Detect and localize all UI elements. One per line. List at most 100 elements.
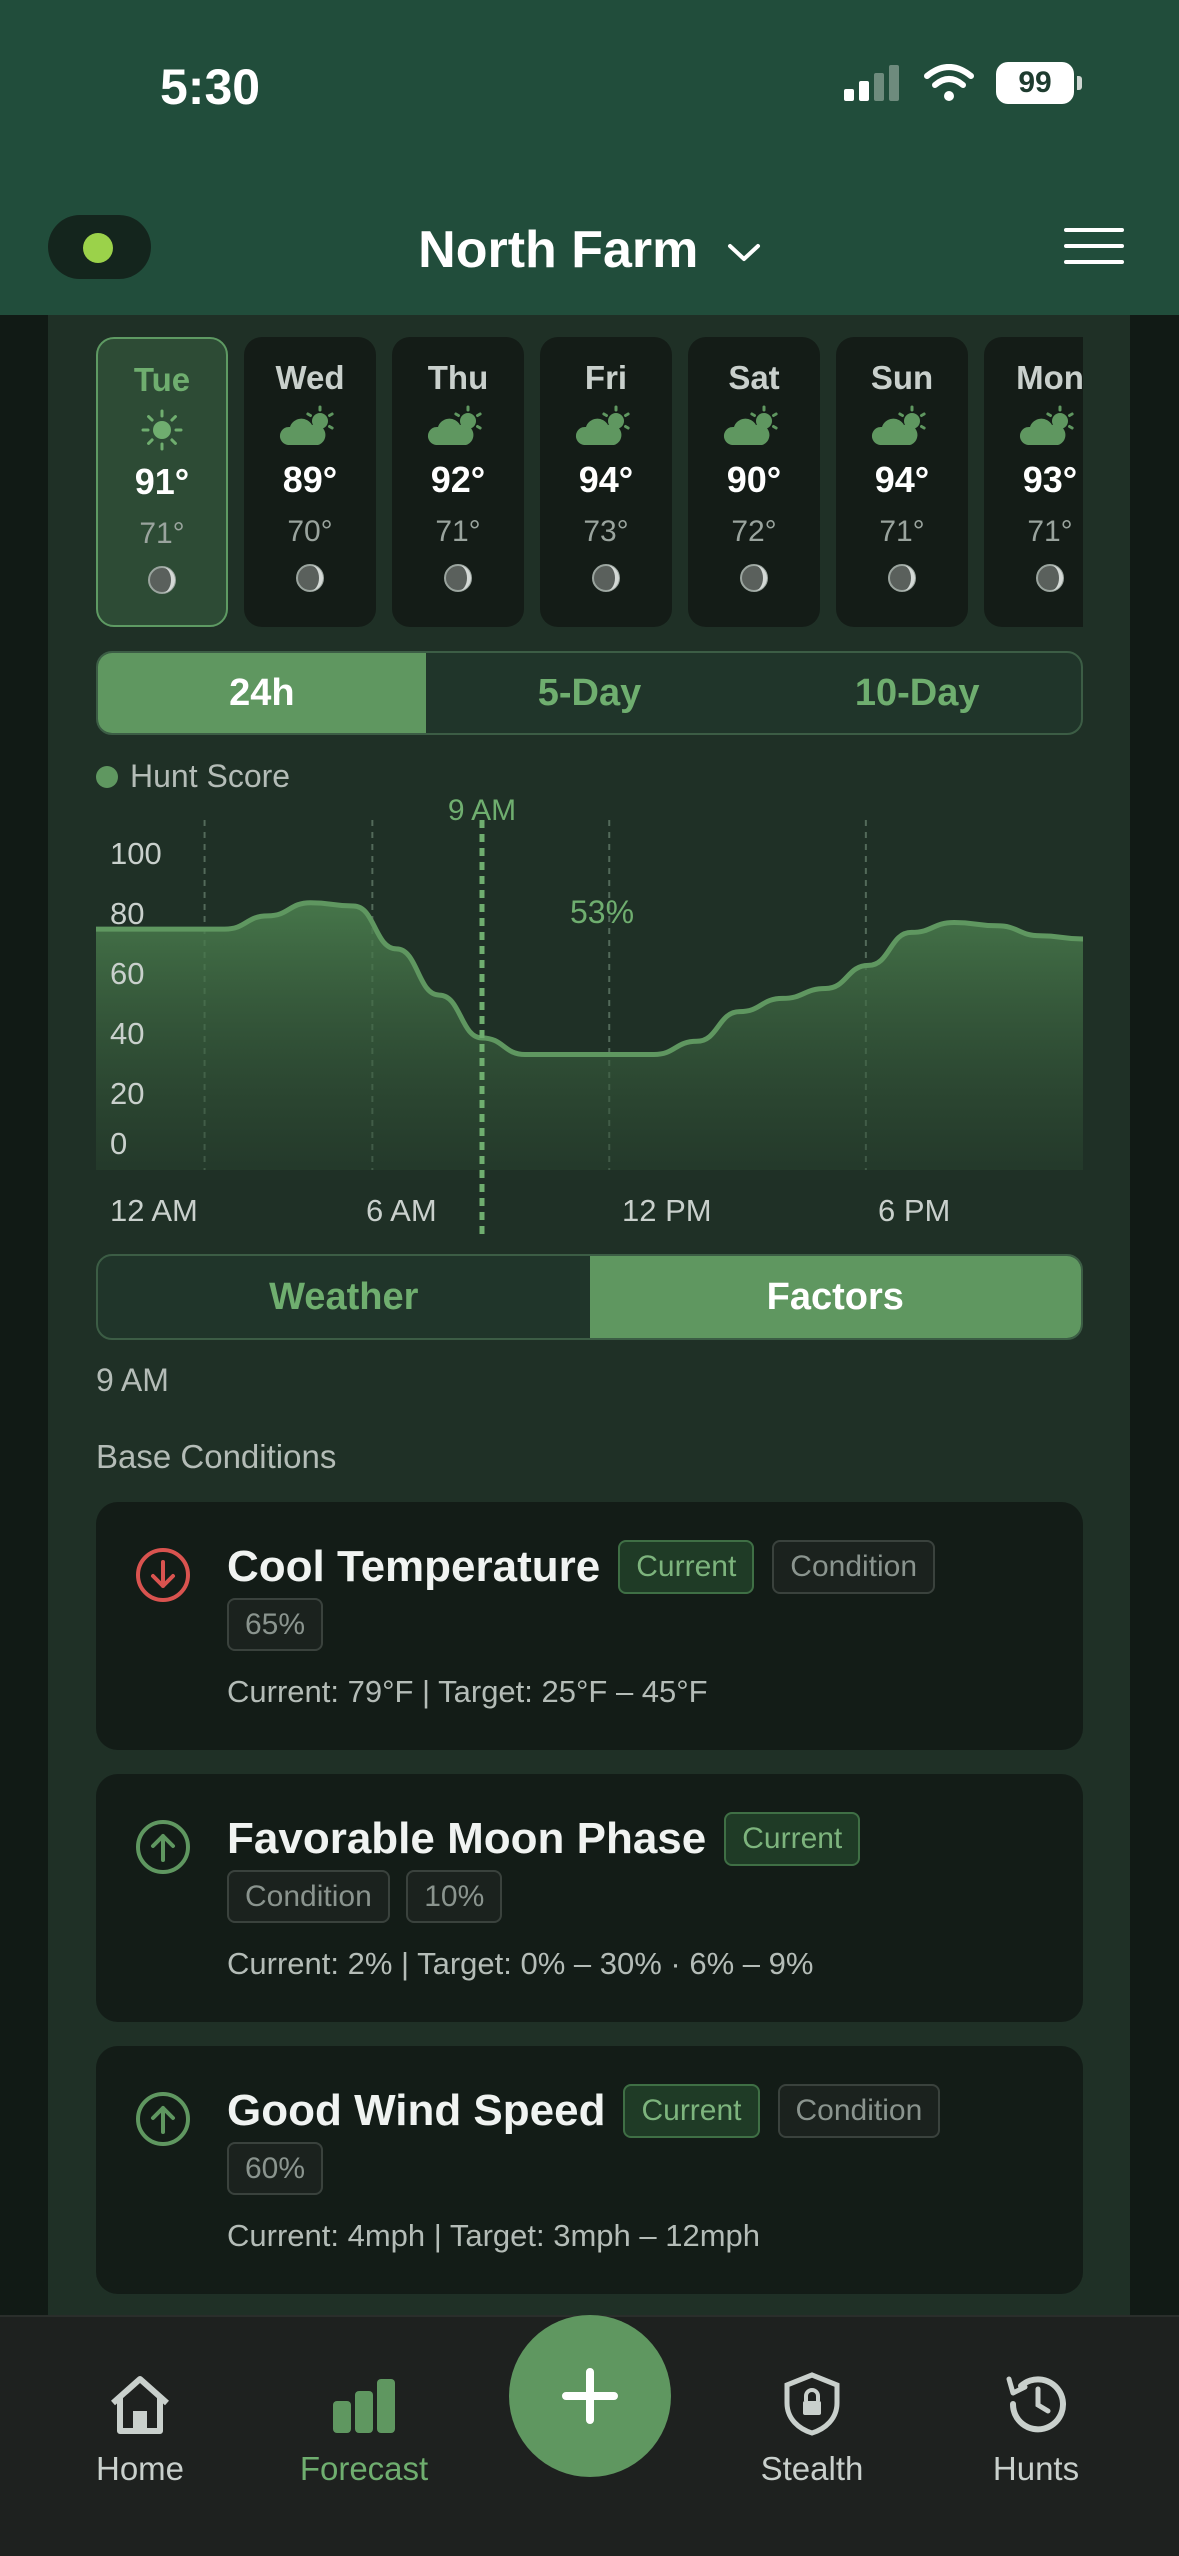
menu-icon[interactable] — [1064, 228, 1124, 264]
factor-title: Good Wind Speed — [227, 2086, 606, 2135]
mode-tabs: Weather Factors — [96, 1254, 1083, 1340]
moon-phase-icon — [888, 564, 916, 592]
day-card-sun[interactable]: Sun 94° 71° — [836, 337, 968, 627]
cellular-signal-icon — [844, 65, 899, 101]
day-high: 92° — [430, 459, 486, 500]
day-low: 73° — [583, 515, 629, 548]
hunt-score-chart[interactable]: 100 80 60 40 20 0 12 AM 6 AM 12 PM 6 PM 9 AM 53% — [96, 790, 1083, 1240]
sun-icon — [141, 409, 183, 451]
nav-hunts-label: Hunts — [992, 2450, 1080, 2487]
day-name: Thu — [427, 359, 489, 396]
day-high: 91° — [134, 461, 190, 502]
plus-icon — [562, 2368, 618, 2424]
y-tick-label: 20 — [110, 1076, 144, 1111]
x-tick-label: 12 PM — [622, 1193, 712, 1228]
battery-icon: 99 — [996, 62, 1082, 104]
nav-stealth[interactable]: Stealth — [732, 2371, 892, 2488]
status-icons: 99 — [844, 62, 1082, 104]
factor-title-row: Good Wind Speed Current Condition — [227, 2084, 941, 2138]
factor-title-row: Cool Temperature Current Condition — [227, 1540, 936, 1594]
nav-hunts[interactable]: Hunts — [956, 2371, 1116, 2488]
day-name: Mon — [1016, 359, 1083, 396]
weather-icon-wrap — [836, 397, 968, 459]
factor-detail: Current: 2% | Target: 0% – 30% · 6% – 9% — [227, 1946, 814, 1981]
tab-factors[interactable]: Factors — [589, 1256, 1081, 1338]
bar-chart-icon — [333, 2379, 395, 2433]
battery-level: 99 — [1018, 66, 1052, 99]
nav-home[interactable]: Home — [60, 2371, 220, 2488]
badge-percent: 60% — [227, 2142, 324, 2195]
y-tick-label: 80 — [110, 896, 144, 931]
y-tick-label: 0 — [110, 1126, 127, 1161]
arrow-up-circle-icon — [136, 2092, 190, 2146]
badge-current: Current — [618, 1540, 755, 1594]
factor-detail: Current: 79°F | Target: 25°F – 45°F — [227, 1674, 708, 1709]
day-name: Fri — [584, 359, 628, 396]
add-button[interactable] — [509, 2315, 671, 2477]
badge-current: Current — [623, 2084, 760, 2138]
factor-card[interactable]: Cool Temperature Current Condition 65% C… — [96, 1502, 1083, 1750]
app-header: North Farm — [0, 180, 1179, 315]
day-low: 71° — [879, 515, 925, 548]
factor-card[interactable]: Favorable Moon Phase Current Condition 1… — [96, 1774, 1083, 2022]
day-high: 89° — [282, 459, 338, 500]
badge-percent: 65% — [227, 1598, 324, 1651]
status-time: 5:30 — [160, 59, 261, 115]
weather-icon-wrap — [392, 397, 524, 459]
day-name: Tue — [133, 361, 191, 398]
day-name: Sun — [870, 359, 934, 396]
nav-forecast[interactable]: Forecast — [284, 2371, 444, 2488]
location-selector[interactable]: North Farm — [0, 220, 1179, 280]
factor-title: Cool Temperature — [227, 1542, 601, 1591]
home-icon — [111, 2376, 169, 2434]
chevron-down-icon — [727, 244, 760, 262]
day-card-wed[interactable]: Wed 89° 70° — [244, 337, 376, 627]
tab-10-day[interactable]: 10-Day — [753, 653, 1081, 733]
tab-24h[interactable]: 24h — [98, 653, 426, 733]
day-low: 71° — [139, 517, 185, 550]
nav-forecast-label: Forecast — [299, 2450, 429, 2487]
factor-title: Favorable Moon Phase — [227, 1814, 707, 1863]
x-tick-label: 6 AM — [366, 1193, 437, 1228]
marker-value-label: 53% — [570, 894, 634, 930]
day-name: Sat — [728, 359, 780, 396]
day-card-mon[interactable]: Mon 93° 71° — [984, 337, 1083, 627]
selected-time: 9 AM — [96, 1362, 169, 1398]
shield-lock-icon — [784, 2372, 840, 2436]
partly-cloudy-icon — [871, 405, 926, 445]
moon-phase-icon — [148, 566, 176, 594]
arrow-down-circle-icon — [136, 1548, 190, 1602]
section-title: Base Conditions — [96, 1438, 337, 1475]
moon-phase-icon — [740, 564, 768, 592]
day-low: 71° — [1027, 515, 1073, 548]
day-card-fri[interactable]: Fri 94° 73° — [540, 337, 672, 627]
day-card-sat[interactable]: Sat 90° 72° — [688, 337, 820, 627]
badge-current: Current — [724, 1812, 861, 1866]
tab-5-day[interactable]: 5-Day — [426, 653, 754, 733]
weather-icon-wrap — [984, 397, 1083, 459]
nav-home-label: Home — [95, 2450, 185, 2487]
day-low: 72° — [731, 515, 777, 548]
x-tick-label: 6 PM — [878, 1193, 950, 1228]
day-low: 71° — [435, 515, 481, 548]
day-strip[interactable]: Tue 91° 71° Wed 89° 70° Thu 92° 71° Fri 94° 73° Sat 9… — [96, 337, 1083, 629]
marker-time-label: 9 AM — [448, 794, 516, 827]
factor-card[interactable]: Good Wind Speed Current Condition 60% Cu… — [96, 2046, 1083, 2294]
legend-dot — [96, 765, 118, 788]
day-card-tue[interactable]: Tue 91° 71° — [96, 337, 228, 627]
nav-stealth-label: Stealth — [760, 2450, 864, 2487]
wifi-icon — [924, 64, 974, 101]
y-tick-label: 40 — [110, 1016, 144, 1051]
tab-weather[interactable]: Weather — [98, 1256, 590, 1338]
factor-badges-row: Condition 10% — [227, 1870, 503, 1923]
day-high: 94° — [874, 459, 930, 500]
weather-icon-wrap — [98, 399, 226, 461]
range-tabs: 24h 5-Day 10-Day — [96, 651, 1083, 735]
day-card-thu[interactable]: Thu 92° 71° — [392, 337, 524, 627]
day-high: 94° — [578, 459, 634, 500]
partly-cloudy-icon — [279, 405, 334, 445]
badge-condition: Condition — [772, 1540, 936, 1594]
moon-phase-icon — [1036, 564, 1064, 592]
day-name: Wed — [275, 359, 345, 396]
partly-cloudy-icon — [1019, 405, 1074, 445]
